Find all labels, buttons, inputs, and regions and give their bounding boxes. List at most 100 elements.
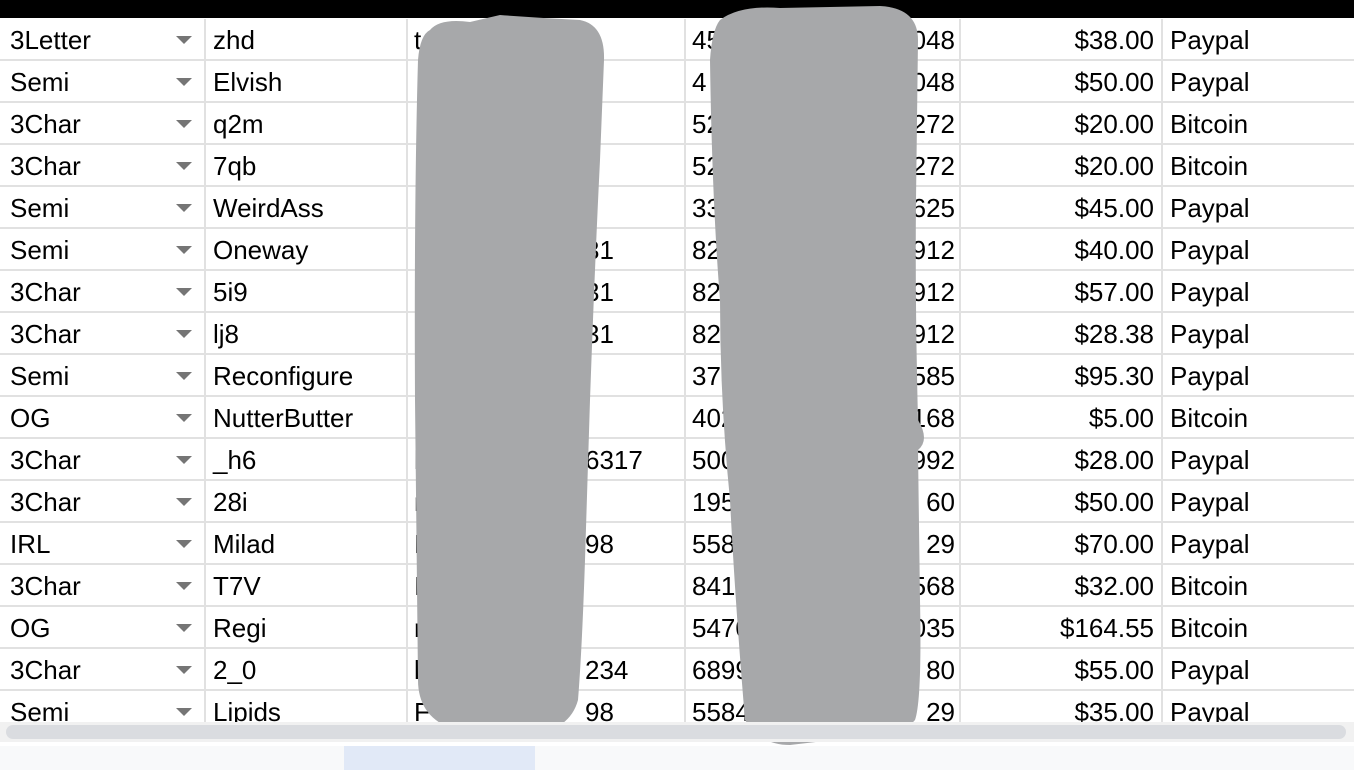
- name-cell[interactable]: Oneway: [206, 229, 408, 269]
- name-cell[interactable]: WeirdAss: [206, 187, 408, 227]
- price-cell[interactable]: $40.00: [961, 229, 1163, 269]
- name-cell[interactable]: NutterButter: [206, 397, 408, 437]
- payment-cell[interactable]: Bitcoin: [1163, 103, 1354, 143]
- chevron-down-icon[interactable]: [176, 582, 192, 590]
- payment-cell[interactable]: Paypal: [1163, 61, 1354, 101]
- redacted-number-cell[interactable]: 33 625: [686, 187, 961, 227]
- chevron-down-icon[interactable]: [176, 456, 192, 464]
- price-cell[interactable]: $32.00: [961, 565, 1163, 605]
- redacted-number-cell[interactable]: 823 912: [686, 229, 961, 269]
- chevron-down-icon[interactable]: [176, 288, 192, 296]
- chevron-down-icon[interactable]: [176, 120, 192, 128]
- payment-cell[interactable]: Bitcoin: [1163, 607, 1354, 647]
- redacted-cell[interactable]: 31: [408, 271, 686, 311]
- redacted-number-cell[interactable]: 5584 29: [686, 691, 961, 722]
- redacted-number-cell[interactable]: 500 992: [686, 439, 961, 479]
- redacted-cell[interactable]: [408, 145, 686, 185]
- payment-cell[interactable]: Paypal: [1163, 481, 1354, 521]
- redacted-cell[interactable]: 31: [408, 229, 686, 269]
- type-cell[interactable]: 3Char: [0, 649, 206, 689]
- payment-cell[interactable]: Paypal: [1163, 187, 1354, 227]
- price-cell[interactable]: $5.00: [961, 397, 1163, 437]
- type-cell[interactable]: 3Char: [0, 103, 206, 143]
- redacted-cell[interactable]: [408, 61, 686, 101]
- price-cell[interactable]: $35.00: [961, 691, 1163, 722]
- name-cell[interactable]: 2_0: [206, 649, 408, 689]
- redacted-cell[interactable]: [408, 355, 686, 395]
- redacted-cell[interactable]: l 6317: [408, 439, 686, 479]
- type-cell[interactable]: 3Char: [0, 481, 206, 521]
- payment-cell[interactable]: Paypal: [1163, 355, 1354, 395]
- type-cell[interactable]: Semi: [0, 187, 206, 227]
- name-cell[interactable]: lj8: [206, 313, 408, 353]
- redacted-number-cell[interactable]: 52 272: [686, 103, 961, 143]
- redacted-cell[interactable]: l 234: [408, 649, 686, 689]
- name-cell[interactable]: Lipids: [206, 691, 408, 722]
- payment-cell[interactable]: Paypal: [1163, 229, 1354, 269]
- payment-cell[interactable]: Bitcoin: [1163, 397, 1354, 437]
- payment-cell[interactable]: Paypal: [1163, 313, 1354, 353]
- price-cell[interactable]: $55.00: [961, 649, 1163, 689]
- name-cell[interactable]: Milad: [206, 523, 408, 563]
- redacted-cell[interactable]: n: [408, 607, 686, 647]
- name-cell[interactable]: _h6: [206, 439, 408, 479]
- redacted-number-cell[interactable]: 45 048: [686, 19, 961, 59]
- chevron-down-icon[interactable]: [176, 708, 192, 716]
- chevron-down-icon[interactable]: [176, 624, 192, 632]
- redacted-number-cell[interactable]: 4 048: [686, 61, 961, 101]
- price-cell[interactable]: $95.30: [961, 355, 1163, 395]
- name-cell[interactable]: Reconfigure: [206, 355, 408, 395]
- redacted-number-cell[interactable]: 8419 568: [686, 565, 961, 605]
- type-cell[interactable]: 3Char: [0, 145, 206, 185]
- price-cell[interactable]: $20.00: [961, 145, 1163, 185]
- type-cell[interactable]: Semi: [0, 691, 206, 722]
- price-cell[interactable]: $164.55: [961, 607, 1163, 647]
- payment-cell[interactable]: Paypal: [1163, 439, 1354, 479]
- name-cell[interactable]: Regi: [206, 607, 408, 647]
- price-cell[interactable]: $50.00: [961, 61, 1163, 101]
- payment-cell[interactable]: Paypal: [1163, 271, 1354, 311]
- sheet-tab-active[interactable]: [344, 746, 535, 770]
- horizontal-scrollbar[interactable]: [0, 722, 1354, 742]
- payment-cell[interactable]: Bitcoin: [1163, 565, 1354, 605]
- payment-cell[interactable]: Paypal: [1163, 19, 1354, 59]
- redacted-cell[interactable]: 31: [408, 313, 686, 353]
- name-cell[interactable]: zhd: [206, 19, 408, 59]
- name-cell[interactable]: q2m: [206, 103, 408, 143]
- name-cell[interactable]: T7V: [206, 565, 408, 605]
- price-cell[interactable]: $50.00: [961, 481, 1163, 521]
- price-cell[interactable]: $28.38: [961, 313, 1163, 353]
- chevron-down-icon[interactable]: [176, 246, 192, 254]
- redacted-number-cell[interactable]: 823 912: [686, 313, 961, 353]
- price-cell[interactable]: $57.00: [961, 271, 1163, 311]
- payment-cell[interactable]: Paypal: [1163, 691, 1354, 722]
- redacted-cell[interactable]: n: [408, 481, 686, 521]
- redacted-cell[interactable]: [408, 103, 686, 143]
- name-cell[interactable]: 28i: [206, 481, 408, 521]
- type-cell[interactable]: 3Char: [0, 439, 206, 479]
- type-cell[interactable]: 3Letter: [0, 19, 206, 59]
- chevron-down-icon[interactable]: [176, 414, 192, 422]
- name-cell[interactable]: Elvish: [206, 61, 408, 101]
- chevron-down-icon[interactable]: [176, 204, 192, 212]
- price-cell[interactable]: $45.00: [961, 187, 1163, 227]
- type-cell[interactable]: Semi: [0, 61, 206, 101]
- redacted-number-cell[interactable]: 195 60: [686, 481, 961, 521]
- type-cell[interactable]: 3Char: [0, 313, 206, 353]
- payment-cell[interactable]: Paypal: [1163, 523, 1354, 563]
- chevron-down-icon[interactable]: [176, 162, 192, 170]
- redacted-number-cell[interactable]: 52 272: [686, 145, 961, 185]
- redacted-cell[interactable]: [408, 187, 686, 227]
- payment-cell[interactable]: Paypal: [1163, 649, 1354, 689]
- chevron-down-icon[interactable]: [176, 330, 192, 338]
- redacted-number-cell[interactable]: 558 29: [686, 523, 961, 563]
- type-cell[interactable]: OG: [0, 607, 206, 647]
- redacted-cell[interactable]: F 98: [408, 691, 686, 722]
- payment-cell[interactable]: Bitcoin: [1163, 145, 1354, 185]
- type-cell[interactable]: Semi: [0, 229, 206, 269]
- redacted-number-cell[interactable]: 823 912: [686, 271, 961, 311]
- price-cell[interactable]: $20.00: [961, 103, 1163, 143]
- name-cell[interactable]: 7qb: [206, 145, 408, 185]
- price-cell[interactable]: $70.00: [961, 523, 1163, 563]
- redacted-number-cell[interactable]: 402 168: [686, 397, 961, 437]
